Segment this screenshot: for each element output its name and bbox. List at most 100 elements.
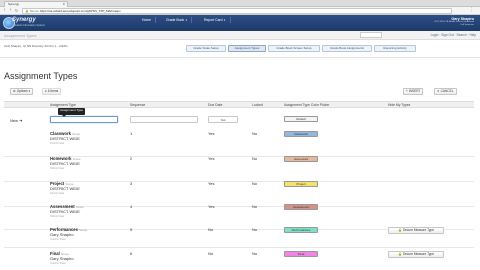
due-date: Yes (208, 204, 215, 209)
arrow-right-icon: ➔ (19, 118, 23, 123)
due-date-select[interactable]: Yes (208, 116, 238, 123)
item-count-label: 6 Items (47, 89, 59, 93)
col-assignment-type[interactable]: Assignment Type (50, 103, 76, 107)
options-button[interactable]: ⚙ Options ▾ (10, 88, 34, 95)
back-icon[interactable]: ‹ (2, 8, 7, 13)
owner: DISTRICT WIDE (50, 186, 80, 191)
owner: DISTRICT WIDE (50, 161, 80, 166)
table-row[interactable]: Final Scope Gary Shapiro Teacher Data 6 … (4, 248, 474, 270)
col-due-date[interactable]: Due Date (208, 103, 222, 107)
secure-measure-type-button[interactable]: 🔒 Secure Measure Type (388, 251, 444, 258)
default-color-swatch[interactable]: Default (284, 116, 318, 122)
due-date: Yes (208, 181, 215, 186)
options-label: Options (16, 89, 28, 93)
color-swatch[interactable]: Homework (284, 156, 318, 162)
address-bar: ‹ › ↻ 🔒 Secure https://ca-sufield-test.e… (0, 7, 480, 15)
breadcrumb[interactable]: (Gd) Shapiro, Gr 8/9 Diversity 3/4 Per 1… (4, 44, 68, 48)
col-color-picker[interactable]: Assignment Type Color Picker (284, 103, 329, 107)
assignment-type-input[interactable] (50, 116, 118, 123)
sequence: 3 (130, 181, 133, 186)
col-sequence[interactable]: Sequence (130, 103, 145, 107)
tab-grade-book-screen-setup[interactable]: Grade Book Screen Setup (268, 45, 320, 52)
logo-text: Synergy (12, 17, 36, 23)
due-date: Yes (208, 131, 215, 136)
browser-tab-title: Synergy (8, 2, 20, 6)
col-locked[interactable]: Locked (252, 103, 263, 107)
new-row-label: New ➔ (10, 118, 23, 123)
owner: Gary Shapiro (50, 256, 74, 261)
locked: No (252, 227, 258, 232)
col-hide-my-types[interactable]: Hide My Types (388, 103, 410, 107)
nav-report-card-label: Report Card (204, 18, 223, 22)
sequence: 6 (130, 251, 133, 256)
data-tag: District Data (50, 167, 65, 170)
insert-button[interactable]: + INSERT (403, 88, 424, 95)
list-icon: ≡ (45, 89, 47, 93)
lock-icon: 🔒 (398, 228, 402, 232)
data-tag: Teacher Data (50, 238, 66, 241)
cancel-label: CANCEL (440, 89, 454, 93)
data-tag: District Data (50, 192, 65, 195)
insert-label: INSERT (408, 89, 421, 93)
locked: No (252, 204, 258, 209)
browser-tab-bar: Synergy ✕ (0, 0, 480, 7)
locked: No (252, 131, 258, 136)
tab-reporting-activity[interactable]: Reporting Activity (374, 45, 416, 52)
owner: DISTRICT WIDE (50, 136, 80, 141)
data-tag: Teacher Data (50, 262, 66, 265)
color-swatch[interactable]: Final (284, 251, 318, 257)
tab-grade-scale-setup[interactable]: Grade Scale Setup (186, 45, 226, 52)
new-label: New (10, 118, 19, 123)
lock-icon: 🔒 (25, 9, 29, 13)
nav-home-label: Home (142, 18, 152, 22)
chevron-down-icon: ▼ (223, 19, 226, 22)
url-text: https://ca-sufield-test.edupoint.com/gbP… (39, 9, 121, 13)
owner: DISTRICT WIDE (50, 209, 80, 214)
gear-icon: ⚙ (13, 89, 16, 93)
user-term: Fall Semester (460, 23, 475, 26)
synergy-logo[interactable]: Synergy Student Information System (3, 17, 46, 29)
forward-icon[interactable]: › (8, 8, 13, 13)
nav-home[interactable]: Home (138, 17, 157, 23)
color-swatch[interactable]: Project (284, 181, 318, 187)
due-date: Yes (208, 156, 215, 161)
reload-icon[interactable]: ↻ (14, 8, 19, 13)
page-title: Assignment Types (4, 71, 78, 81)
logo-subtitle: Student Information System (13, 24, 46, 27)
close-icon: ✕ (437, 89, 440, 93)
cancel-button[interactable]: ✕ CANCEL (434, 88, 457, 95)
table-row[interactable]: Performances Scope Gary Shapiro Teacher … (4, 224, 474, 248)
secure-measure-type-button[interactable]: 🔒 Secure Measure Type (388, 227, 444, 234)
sequence: 2 (130, 156, 133, 161)
user-info[interactable]: Gary Shapiro 2017-2018 CA Middle School … (404, 17, 474, 26)
lock-icon: 🔒 (398, 252, 402, 256)
tab-grade-book-assignments[interactable]: Grade Book Assignments (322, 45, 372, 52)
nav-grade-book-label: Grade Book (166, 18, 185, 22)
quick-search-input[interactable] (360, 32, 382, 38)
sequence-input[interactable] (130, 116, 198, 123)
nav-report-card[interactable]: Report Card ▼ (200, 17, 231, 23)
color-swatch[interactable]: Classwork (284, 131, 318, 137)
locked: No (252, 181, 258, 186)
locked: No (252, 251, 258, 256)
data-tag: District Data (50, 215, 65, 218)
nav-title: Assignment Types (4, 33, 37, 38)
url-field[interactable]: 🔒 Secure https://ca-sufield-test.edupoin… (22, 8, 452, 14)
data-tag: District Data (50, 142, 65, 145)
item-count: ≡ 6 Items (42, 88, 62, 95)
tab-assignment-types[interactable]: Assignment Types (228, 45, 266, 52)
tooltip: Assignment Type (58, 108, 85, 117)
scope-label: Scope (79, 228, 88, 232)
browser-menu-icon[interactable]: ⋮ (469, 8, 474, 13)
due-date: No (208, 251, 214, 256)
sequence: 5 (130, 227, 133, 232)
locked: No (252, 156, 258, 161)
color-swatch[interactable]: Performances (284, 227, 318, 233)
url-scheme: Secure (29, 9, 40, 13)
user-links[interactable]: Login · Sign Out · Search · Help (431, 33, 476, 37)
plus-icon: + (406, 89, 408, 93)
nav-grade-book[interactable]: Grade Book ▼ (162, 17, 193, 23)
due-date: No (208, 227, 214, 232)
table-header: Assignment Type Sequence Due Date Locked… (4, 101, 474, 108)
color-swatch[interactable]: Assessment (284, 204, 318, 210)
